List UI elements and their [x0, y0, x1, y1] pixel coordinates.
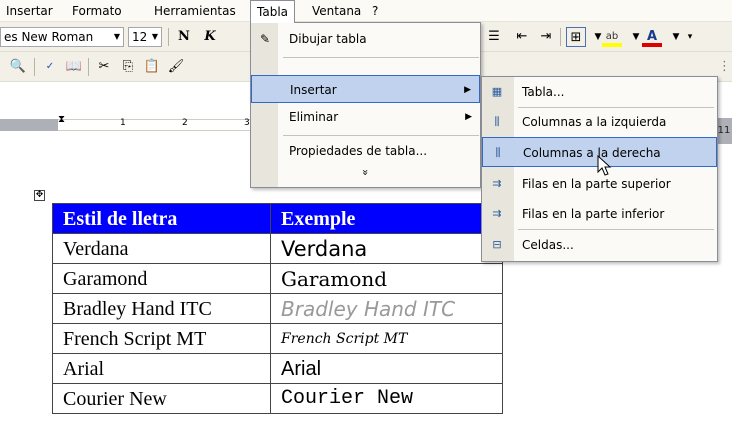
menu-help[interactable]: ? [366, 0, 384, 22]
pencil-table-icon: ✎ [259, 32, 271, 46]
table-header-cell[interactable]: Estil de lletra [52, 203, 271, 234]
toolbar-separator [88, 58, 89, 76]
submenu-item-label: Columnas a la derecha [523, 146, 661, 160]
chevron-down-icon[interactable]: ▼ [666, 27, 686, 47]
expand-glyph: » [358, 169, 372, 176]
table-cell[interactable]: Courier New [52, 383, 271, 414]
research-icon[interactable]: 📖 [64, 57, 84, 77]
font-name-value: es New Roman [4, 30, 94, 44]
table-cell[interactable]: Courier New [270, 383, 503, 414]
menu-tabla[interactable]: Tabla [250, 0, 296, 23]
bold-button[interactable]: N [174, 27, 194, 47]
ruler-number: 2 [182, 118, 188, 128]
table-cell[interactable]: Garamond [52, 263, 271, 294]
bullets-icon[interactable]: ☰ [484, 27, 504, 47]
format-painter-icon[interactable]: 🖌 [166, 57, 186, 77]
increase-indent-icon[interactable]: ⇥ [536, 27, 556, 47]
submenu-item-celdas[interactable]: ⊟ Celdas... [482, 230, 717, 260]
ruler-number-right: 11 [716, 118, 732, 144]
table-row: French Script MT French Script MT [52, 323, 503, 354]
submenu-arrow-icon: ▶ [464, 85, 471, 95]
menu-item-eliminar[interactable]: Eliminar ▶ [251, 103, 480, 131]
document-table[interactable]: Estil de lletra Exemple Verdana Verdana … [52, 203, 503, 414]
toolbar-separator [560, 28, 561, 46]
highlight-button[interactable]: ab [602, 27, 622, 47]
submenu-item-columnas-izquierda[interactable]: ⫼ Columnas a la izquierda [482, 107, 717, 137]
toolbar-options-icon[interactable]: ▾ [684, 27, 696, 47]
rows-below-icon: ⇉ [492, 207, 502, 220]
menu-item-insertar[interactable]: Insertar ▶ [251, 75, 480, 103]
menu-separator [283, 57, 479, 58]
columns-right-icon: ⫼ [495, 146, 501, 159]
menu-item-label: Dibujar tabla [289, 32, 367, 46]
menu-item-label: Insertar [290, 83, 337, 97]
cut-icon[interactable]: ✂ [94, 57, 114, 77]
table-cell[interactable]: Verdana [270, 233, 503, 264]
ruler-margin [0, 119, 58, 131]
cells-icon: ⊟ [492, 238, 502, 251]
ruler-number: 1 [120, 118, 126, 128]
table-move-handle-icon[interactable]: ✥ [34, 190, 45, 201]
table-cell[interactable]: French Script MT [52, 323, 271, 354]
menu-formato[interactable]: Formato [66, 0, 128, 22]
toolbar-separator [34, 58, 35, 76]
submenu-item-tabla[interactable]: ▦ Tabla... [482, 77, 717, 107]
font-name-combo[interactable]: es New Roman ▼ [0, 27, 124, 47]
table-cell[interactable]: Arial [52, 353, 271, 384]
menu-insertar[interactable]: Insertar [0, 0, 59, 22]
table-row: Verdana Verdana [52, 233, 503, 264]
mouse-cursor-icon [597, 155, 612, 176]
chevron-down-icon[interactable]: ▼ [149, 28, 161, 46]
table-row: Courier New Courier New [52, 383, 503, 414]
submenu-item-filas-inferior[interactable]: ⇉ Filas en la parte inferior [482, 199, 717, 229]
spelling-icon[interactable]: ✓ [40, 57, 60, 77]
table-cell[interactable]: Garamond [270, 263, 503, 294]
submenu-arrow-icon: ▶ [465, 112, 472, 122]
font-size-combo[interactable]: 12 ▼ [128, 27, 162, 47]
table-cell[interactable]: Bradley Hand ITC [270, 293, 503, 324]
decrease-indent-icon[interactable]: ⇤ [512, 27, 532, 47]
menu-separator [283, 135, 479, 136]
submenu-item-label: Tabla... [522, 85, 565, 99]
paste-icon[interactable]: 📋 [142, 57, 162, 77]
table-row: Garamond Garamond [52, 263, 503, 294]
table-cell[interactable]: Verdana [52, 233, 271, 264]
table-header-row: Estil de lletra Exemple [52, 203, 503, 234]
rows-above-icon: ⇉ [492, 177, 502, 190]
borders-icon[interactable]: ⊞ [566, 27, 586, 47]
font-size-value: 12 [132, 30, 148, 44]
menu-herramientas[interactable]: Herramientas [148, 0, 242, 22]
table-cell[interactable]: Arial [270, 353, 503, 384]
table-header-cell[interactable]: Exemple [270, 203, 503, 234]
toolbar-separator [168, 28, 169, 46]
indent-marker-icon[interactable]: ⧗ [58, 114, 65, 125]
columns-left-icon: ⫼ [494, 115, 500, 128]
italic-button[interactable]: K [200, 27, 220, 47]
submenu-item-label: Filas en la parte inferior [522, 207, 665, 221]
toolbar-overflow-icon[interactable]: ⋮ [718, 57, 731, 77]
table-row: Arial Arial [52, 353, 503, 384]
menu-item-propiedades[interactable]: Propiedades de tabla... [251, 137, 480, 165]
chevron-down-icon[interactable]: ▼ [111, 28, 123, 46]
table-icon: ▦ [491, 85, 503, 98]
ruler-number: 3 [244, 118, 250, 128]
table-cell[interactable]: French Script MT [270, 323, 503, 354]
submenu-item-label: Celdas... [522, 238, 574, 252]
print-preview-icon[interactable]: 🔍 [8, 57, 28, 77]
menu-bar: Insertar Formato Herramientas Tabla Vent… [0, 0, 732, 23]
menu-item-dibujar-tabla[interactable]: ✎ Dibujar tabla [251, 25, 480, 53]
font-color-button[interactable]: A [642, 27, 662, 47]
table-cell[interactable]: Bradley Hand ITC [52, 293, 271, 324]
submenu-item-label: Columnas a la izquierda [522, 115, 667, 129]
menu-item-label: Propiedades de tabla... [289, 144, 428, 158]
table-row: Bradley Hand ITC Bradley Hand ITC [52, 293, 503, 324]
tabla-menu: ✎ Dibujar tabla Insertar ▶ Eliminar ▶ Pr… [250, 22, 481, 188]
copy-icon[interactable]: ⎘ [118, 57, 138, 77]
expand-menu-icon[interactable]: » [251, 166, 480, 179]
menu-item-label: Eliminar [289, 110, 339, 124]
menu-ventana[interactable]: Ventana [306, 0, 367, 22]
